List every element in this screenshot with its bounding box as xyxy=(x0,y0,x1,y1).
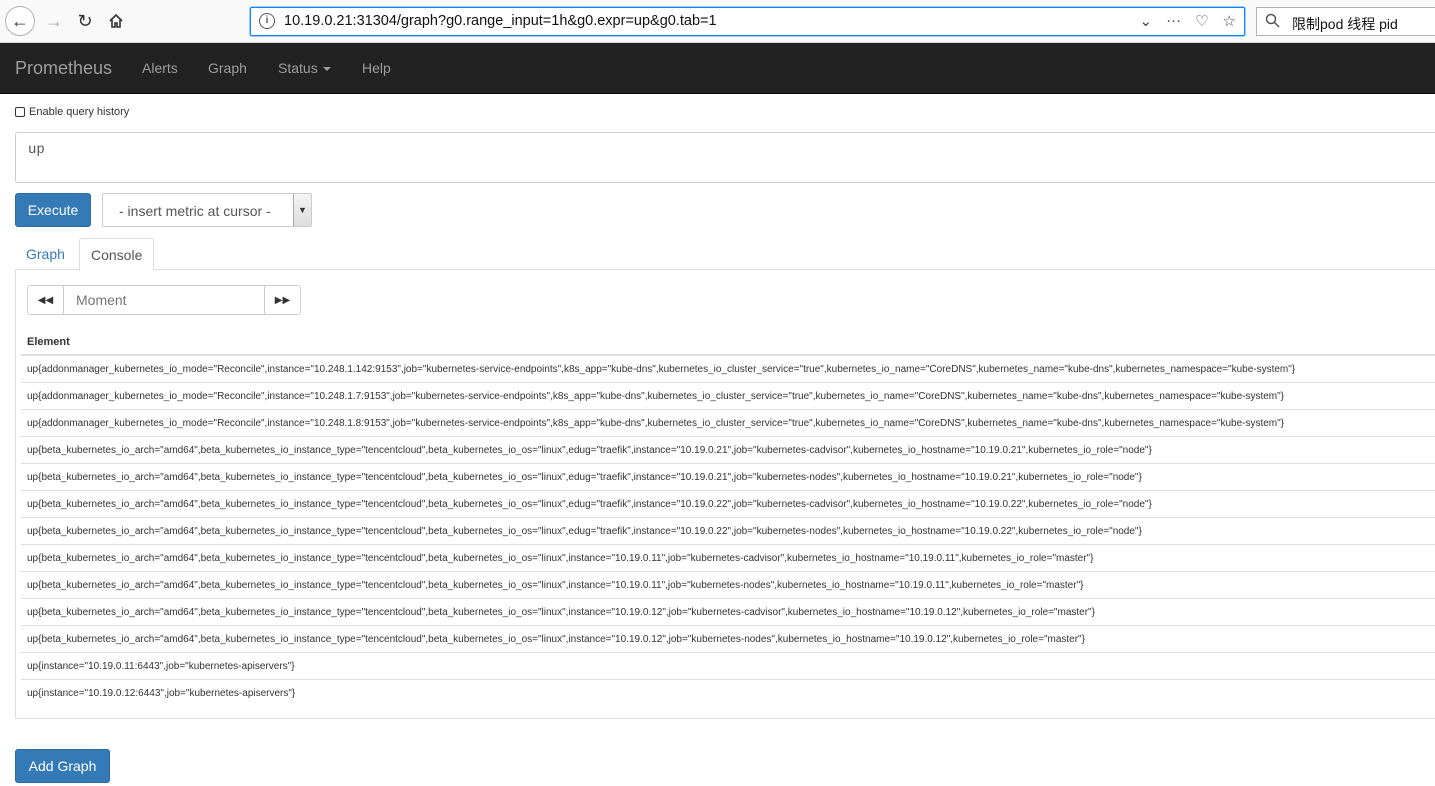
table-row: up{beta_kubernetes_io_arch="amd64",beta_… xyxy=(21,599,1435,626)
url-text: 10.19.0.21:31304/graph?g0.range_input=1h… xyxy=(284,13,717,29)
navbar: Prometheus Alerts Graph Status Help xyxy=(0,43,1435,94)
tab-bar: Graph Console xyxy=(15,238,1435,271)
caret-down-icon xyxy=(322,67,331,72)
history-label: Enable query history xyxy=(29,106,130,118)
moment-control: ◀◀ ▶▶ xyxy=(27,285,301,315)
tab-console[interactable]: Console xyxy=(79,238,155,271)
chevron-down-icon[interactable]: ⌄ xyxy=(1140,12,1153,30)
table-header: Element xyxy=(21,329,1435,356)
pocket-icon[interactable]: ♡ xyxy=(1195,12,1208,30)
table-row: up{instance="10.19.0.11:6443",job="kuber… xyxy=(21,653,1435,680)
home-button[interactable] xyxy=(101,6,131,36)
reload-icon: ↻ xyxy=(77,10,93,31)
execute-button[interactable]: Execute xyxy=(15,193,91,227)
table-row: up{beta_kubernetes_io_arch="amd64",beta_… xyxy=(21,626,1435,653)
url-bar[interactable]: i 10.19.0.21:31304/graph?g0.range_input=… xyxy=(250,7,1245,36)
browser-toolbar: ← → ↻ i 10.19.0.21:31304/graph?g0.range_… xyxy=(0,0,1435,43)
metric-select-label: - insert metric at cursor - xyxy=(119,203,271,219)
expression-input[interactable]: up xyxy=(15,132,1435,183)
backward-icon: ◀◀ xyxy=(37,294,54,306)
forward-icon: ▶▶ xyxy=(274,294,291,306)
nav-status[interactable]: Status xyxy=(278,60,331,76)
moment-input[interactable] xyxy=(64,285,264,315)
console-table: Element up{addonmanager_kubernetes_io_mo… xyxy=(21,329,1435,707)
search-input[interactable]: 限制pod 线程 pid xyxy=(1256,7,1435,36)
info-icon[interactable]: i xyxy=(259,13,275,29)
chevron-down-icon: ▼ xyxy=(293,194,311,226)
star-icon[interactable]: ☆ xyxy=(1223,12,1236,30)
brand-link[interactable]: Prometheus xyxy=(15,58,112,79)
table-row: up{beta_kubernetes_io_arch="amd64",beta_… xyxy=(21,572,1435,599)
table-row: up{beta_kubernetes_io_arch="amd64",beta_… xyxy=(21,437,1435,464)
back-button[interactable]: ← xyxy=(5,6,35,36)
history-checkbox[interactable] xyxy=(15,107,25,117)
more-icon[interactable]: ··· xyxy=(1166,12,1181,30)
table-row: up{beta_kubernetes_io_arch="amd64",beta_… xyxy=(21,464,1435,491)
nav-help[interactable]: Help xyxy=(362,60,391,76)
tab-graph[interactable]: Graph xyxy=(15,238,76,270)
table-row: up{instance="10.19.0.12:6443",job="kuber… xyxy=(27,688,296,699)
nav-status-label: Status xyxy=(278,60,318,76)
query-history-toggle[interactable]: Enable query history xyxy=(15,106,129,118)
home-icon xyxy=(109,13,123,28)
nav-alerts[interactable]: Alerts xyxy=(142,60,178,76)
table-row: up{addonmanager_kubernetes_io_mode="Reco… xyxy=(21,410,1435,437)
insert-metric-select[interactable]: - insert metric at cursor - ▼ xyxy=(102,193,312,227)
table-row: up{addonmanager_kubernetes_io_mode="Reco… xyxy=(21,356,1435,383)
forward-button[interactable]: → xyxy=(39,6,69,36)
table-row: up{beta_kubernetes_io_arch="amd64",beta_… xyxy=(21,545,1435,572)
table-row: up{beta_kubernetes_io_arch="amd64",beta_… xyxy=(21,491,1435,518)
table-row: up{beta_kubernetes_io_arch="amd64",beta_… xyxy=(21,518,1435,545)
search-icon xyxy=(1265,13,1280,32)
arrow-left-icon: ← xyxy=(11,10,29,31)
reload-button[interactable]: ↻ xyxy=(70,6,100,36)
moment-back-button[interactable]: ◀◀ xyxy=(27,285,64,315)
add-graph-button[interactable]: Add Graph xyxy=(15,749,110,783)
arrow-right-icon: → xyxy=(45,10,63,31)
table-row: up{addonmanager_kubernetes_io_mode="Reco… xyxy=(21,383,1435,410)
console-panel: ◀◀ ▶▶ Element up{addonmanager_kubernetes… xyxy=(15,269,1435,719)
nav-graph[interactable]: Graph xyxy=(208,60,247,76)
search-text: 限制pod 线程 pid xyxy=(1292,16,1398,32)
moment-forward-button[interactable]: ▶▶ xyxy=(264,285,301,315)
